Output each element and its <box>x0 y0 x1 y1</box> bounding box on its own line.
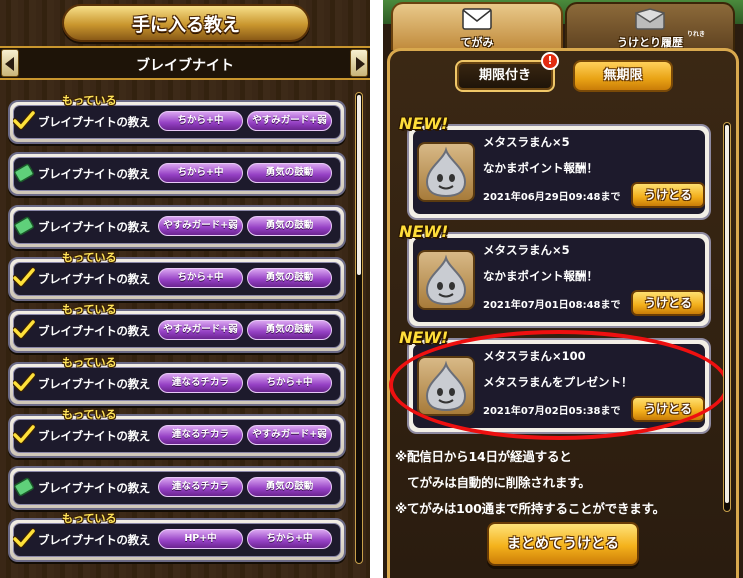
receive-button[interactable]: うけとる <box>631 182 705 208</box>
note-line-3: ※てがみは100通まで所持することができます。 <box>395 501 665 516</box>
teaching-label: ブレイブナイトの教え <box>38 167 150 181</box>
mail-subtitle: なかまポイント報酬！ <box>483 161 598 175</box>
owned-badge: もっている <box>62 356 117 369</box>
slime-icon <box>425 254 467 306</box>
mail-expiry: 2021年06月29日09:48まで <box>483 192 621 203</box>
envelope-icon <box>462 8 492 30</box>
tab-letters[interactable]: てがみ <box>391 2 563 50</box>
scrollbar-thumb[interactable] <box>725 125 729 503</box>
teaching-label: ブレイブナイトの教え <box>38 115 150 129</box>
teaching-row[interactable]: もっているブレイブナイトの教え HP+中 ちから+中 <box>8 512 346 562</box>
teaching-label: ブレイブナイトの教え <box>38 533 150 547</box>
checkmark-icon <box>13 110 35 130</box>
mail-card: NEW! メタスラまん×5 なかまポイント報酬！ 2021年06月29日09:48まで… <box>399 114 711 220</box>
skill-pill: ちから+中 <box>247 529 332 549</box>
owned-badge: もっている <box>62 251 117 264</box>
skill-pill: 勇気の鼓動 <box>247 477 332 497</box>
teaching-row[interactable]: ブレイブナイトの教え 連なるチカラ 勇気の鼓動 <box>8 466 346 510</box>
teachings-panel: 手に入る教え ブレイブナイト もっている ブレイブナイトの教え ちから+中 やすみガー… <box>0 0 370 578</box>
skill-pill: 勇気の鼓動 <box>247 163 332 183</box>
owned-badge: もっている <box>62 303 117 316</box>
tab-received-history[interactable]: りれき うけとり履歴 <box>565 2 735 50</box>
skill-pill: 連なるチカラ <box>158 477 243 497</box>
scroll-icon <box>14 216 34 236</box>
checkmark-icon <box>13 319 35 339</box>
bulk-receive-button[interactable]: まとめてうけとる <box>487 522 639 566</box>
skill-pill: ちから+中 <box>247 373 332 393</box>
skill-pill: やすみガード+弱 <box>247 111 332 131</box>
teaching-label: ブレイブナイトの教え <box>38 481 150 495</box>
mail-title: メタスラまん×5 <box>483 243 570 257</box>
teaching-row[interactable]: ブレイブナイトの教え ちから+中 勇気の鼓動 <box>8 152 346 196</box>
next-job-arrow-icon[interactable] <box>350 49 368 77</box>
mailbox-tabs: てがみ りれき うけとり履歴 <box>383 0 743 52</box>
checkmark-icon <box>13 372 35 392</box>
skill-pill: ちから+中 <box>158 111 243 131</box>
owned-badge: もっている <box>62 94 117 107</box>
teaching-row[interactable]: ブレイブナイトの教え やすみガード+弱 勇気の鼓動 <box>8 205 346 249</box>
job-header-bar: ブレイブナイト <box>0 46 370 80</box>
skill-pill: 連なるチカラ <box>158 425 243 445</box>
skill-pill: ちから+中 <box>158 163 243 183</box>
mail-expiry: 2021年07月01日08:48まで <box>483 300 621 311</box>
teaching-row[interactable]: もっているブレイブナイトの教え ちから+中 やすみガード+弱 <box>8 94 346 144</box>
skill-pill: 勇気の鼓動 <box>247 320 332 340</box>
slime-icon <box>425 146 467 198</box>
teaching-label: ブレイブナイトの教え <box>38 272 150 286</box>
new-badge: NEW! <box>399 222 449 241</box>
new-badge: NEW! <box>399 114 449 133</box>
skill-pill: 連なるチカラ <box>158 373 243 393</box>
scroll-icon <box>14 477 34 497</box>
skill-pill: 勇気の鼓動 <box>247 268 332 288</box>
teaching-row[interactable]: もっているブレイブナイトの教え 連なるチカラ やすみガード+弱 <box>8 408 346 458</box>
skill-pill: やすみガード+弱 <box>158 320 243 340</box>
title-banner: 手に入る教え <box>62 4 310 42</box>
checkmark-icon <box>13 267 35 287</box>
skill-pill: HP+中 <box>158 529 243 549</box>
skill-pill: やすみガード+弱 <box>247 425 332 445</box>
note-line-2: てがみは自動的に削除されます。 <box>395 475 591 490</box>
note-line-1: ※配信日から14日が経過すると <box>395 449 572 464</box>
teaching-label: ブレイブナイトの教え <box>38 377 150 391</box>
prev-job-arrow-icon[interactable] <box>1 49 19 77</box>
mailbox-panel: てがみ りれき うけとり履歴 期限付き ! 無期限 NEW! メタスラまん×5 なか… <box>383 0 743 578</box>
filter-limited-button[interactable]: 期限付き <box>455 60 555 92</box>
teaching-row[interactable]: もっているブレイブナイトの教え 連なるチカラ ちから+中 <box>8 356 346 406</box>
teaching-row[interactable]: もっているブレイブナイトの教え やすみガード+弱 勇気の鼓動 <box>8 303 346 353</box>
teaching-row[interactable]: もっているブレイブナイトの教え ちから+中 勇気の鼓動 <box>8 251 346 301</box>
teaching-label: ブレイブナイトの教え <box>38 324 150 338</box>
teaching-label: ブレイブナイトの教え <box>38 220 150 234</box>
owned-badge: もっている <box>62 408 117 421</box>
teachings-list: もっている ブレイブナイトの教え ちから+中 やすみガード+弱 ブレイブナイトの教え ちか… <box>8 92 350 568</box>
page-title: 手に入る教え <box>132 15 240 36</box>
skill-pill: 勇気の鼓動 <box>247 216 332 236</box>
skill-pill: やすみガード+弱 <box>158 216 243 236</box>
owned-badge: もっている <box>62 512 117 525</box>
mail-card: NEW! メタスラまん×5 なかまポイント報酬！ 2021年07月01日08:48まで… <box>399 222 711 328</box>
filter-unlimited-button[interactable]: 無期限 <box>573 60 673 92</box>
teaching-label: ブレイブナイトの教え <box>38 429 150 443</box>
mail-subtitle: なかまポイント報酬！ <box>483 269 598 283</box>
receive-button[interactable]: うけとる <box>631 290 705 316</box>
list-scrollbar[interactable] <box>355 92 363 564</box>
received-envelope-icon <box>635 8 665 30</box>
scroll-icon <box>14 163 34 183</box>
scrollbar-thumb[interactable] <box>357 95 361 275</box>
mail-title: メタスラまん×5 <box>483 135 570 149</box>
alert-badge: ! <box>541 52 559 70</box>
checkmark-icon <box>13 528 35 548</box>
metal-slime-bun-icon <box>417 250 475 310</box>
checkmark-icon <box>13 424 35 444</box>
metal-slime-bun-icon <box>417 142 475 202</box>
skill-pill: ちから+中 <box>158 268 243 288</box>
highlight-circle <box>389 330 729 440</box>
job-name: ブレイブナイト <box>136 58 234 74</box>
mail-scrollbar[interactable] <box>723 122 731 512</box>
